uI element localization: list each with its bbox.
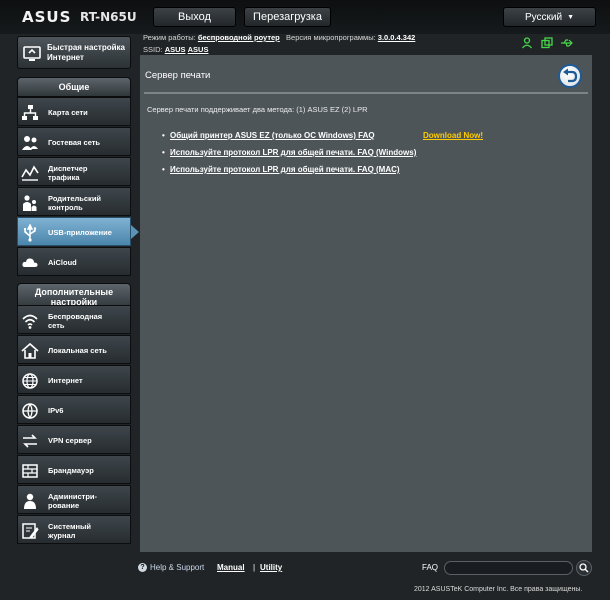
ipv6-icon (22, 403, 38, 420)
menu-label: Системный журнал (48, 521, 92, 540)
back-arrow-icon (563, 68, 578, 83)
menu-item-wireless[interactable]: Беспроводная сеть (17, 305, 131, 334)
description-text: Сервер печати поддерживает два метода: (… (147, 105, 368, 114)
firewall-icon (22, 464, 38, 478)
menu-item-vpn-server[interactable]: VPN сервер (17, 425, 131, 454)
question-icon: ? (138, 563, 147, 572)
footer-separator: | (253, 563, 256, 572)
status-icons (520, 37, 574, 49)
parental-control-icon (23, 195, 37, 211)
print-server-panel: Сервер печати Сервер печати поддерживает… (140, 55, 592, 552)
manual-link[interactable]: Manual (217, 563, 245, 572)
menu-item-guest-network[interactable]: Гостевая сеть (17, 127, 131, 156)
quick-setup-label: Быстрая настройка Интернет (47, 43, 125, 62)
lan-icon (21, 342, 39, 359)
wan-icon (22, 373, 38, 389)
menu-item-traffic-manager[interactable]: Диспетчер трафика (17, 157, 131, 186)
menu-label: VPN сервер (48, 436, 92, 445)
ez-printer-faq-link[interactable]: Общий принтер ASUS EZ (только ОС Windows… (162, 131, 375, 140)
copyright-text: 2012 ASUSTeK Computer Inc. Все права защ… (414, 586, 583, 593)
copy-status-icon[interactable] (540, 37, 554, 49)
menu-label: Интернет (48, 376, 83, 385)
search-icon (579, 563, 589, 573)
faq-label: FAQ (422, 563, 439, 572)
help-support-link[interactable]: ? Help & Support (138, 563, 204, 572)
language-select[interactable]: Русский ▼ (503, 7, 596, 27)
general-section-header: Общие (17, 77, 131, 97)
help-label: Help & Support (150, 563, 205, 572)
menu-label: Беспроводная сеть (48, 311, 103, 330)
usb-app-icon (24, 224, 37, 242)
client-status-icon[interactable] (520, 37, 534, 49)
network-map-icon (22, 105, 38, 120)
router-info: Режим работы: беспроводной роутер Версия… (143, 32, 415, 56)
language-value: Русский (524, 11, 563, 23)
firmware-link[interactable]: 3.0.0.4.342 (378, 33, 416, 42)
vpn-icon (23, 434, 37, 448)
menu-item-administration[interactable]: Администри- рование (17, 485, 131, 514)
menu-item-aicloud[interactable]: AiCloud (17, 247, 131, 276)
utility-link[interactable]: Utility (260, 563, 282, 572)
page-title: Сервер печати (145, 70, 211, 81)
wireless-icon (22, 314, 38, 329)
menu-label: IPv6 (48, 406, 64, 415)
ssid-value-2: ASUS (187, 45, 209, 54)
title-divider (144, 92, 588, 94)
top-bar: ASUS RT-N65U Выход Перезагрузка Русский … (0, 0, 610, 34)
menu-item-lan[interactable]: Локальная сеть (17, 335, 131, 364)
menu-label: Гостевая сеть (48, 138, 101, 147)
logout-button[interactable]: Выход (153, 7, 236, 27)
menu-label: USB-приложение (48, 228, 112, 237)
lpr-windows-faq-link[interactable]: Используйте протокол LPR для общей печат… (162, 148, 416, 157)
menu-label: Диспетчер трафика (48, 163, 88, 182)
menu-item-ipv6[interactable]: IPv6 (17, 395, 131, 424)
menu-item-internet[interactable]: Интернет (17, 365, 131, 394)
menu-label: Брандмауэр (48, 466, 94, 475)
menu-label: Карта сети (48, 108, 88, 117)
usb-status-icon[interactable] (560, 37, 574, 49)
chevron-down-icon: ▼ (567, 13, 575, 21)
menu-item-network-map[interactable]: Карта сети (17, 97, 131, 126)
model-name: RT-N65U (80, 10, 137, 24)
back-button[interactable] (558, 64, 582, 88)
menu-label: Локальная сеть (48, 346, 107, 355)
asus-logo: ASUS (22, 8, 72, 26)
mode-link[interactable]: беспроводной роутер (198, 33, 280, 42)
aicloud-icon (22, 258, 38, 267)
quick-internet-setup-button[interactable]: Быстрая настройка Интернет (17, 36, 131, 69)
ssid-value-1: ASUS (164, 45, 186, 54)
router-admin-page: ASUS RT-N65U Выход Перезагрузка Русский … (0, 0, 610, 600)
reboot-button[interactable]: Перезагрузка (244, 7, 331, 27)
menu-item-system-log[interactable]: Системный журнал (17, 515, 131, 544)
download-now-link[interactable]: Download Now! (423, 131, 483, 140)
system-log-icon (22, 523, 39, 539)
menu-label: Администри- рование (48, 491, 98, 510)
traffic-manager-icon (21, 165, 39, 181)
menu-item-parental-control[interactable]: Родительский контроль (17, 187, 131, 216)
administration-icon (24, 493, 36, 509)
faq-search-input[interactable] (444, 561, 573, 575)
firmware-label: Версия микропрограммы: (286, 33, 376, 42)
menu-label: Родительский контроль (48, 193, 102, 212)
quick-setup-icon (23, 46, 41, 61)
lpr-mac-faq-link[interactable]: Используйте протокол LPR для общей печат… (162, 165, 400, 174)
search-button[interactable] (576, 560, 592, 576)
mode-label: Режим работы: (143, 33, 196, 42)
guest-network-icon (22, 136, 38, 150)
menu-item-firewall[interactable]: Брандмауэр (17, 455, 131, 484)
menu-item-usb-application[interactable]: USB-приложение (17, 217, 139, 246)
menu-label: AiCloud (48, 258, 77, 267)
ssid-label: SSID: (143, 45, 163, 54)
